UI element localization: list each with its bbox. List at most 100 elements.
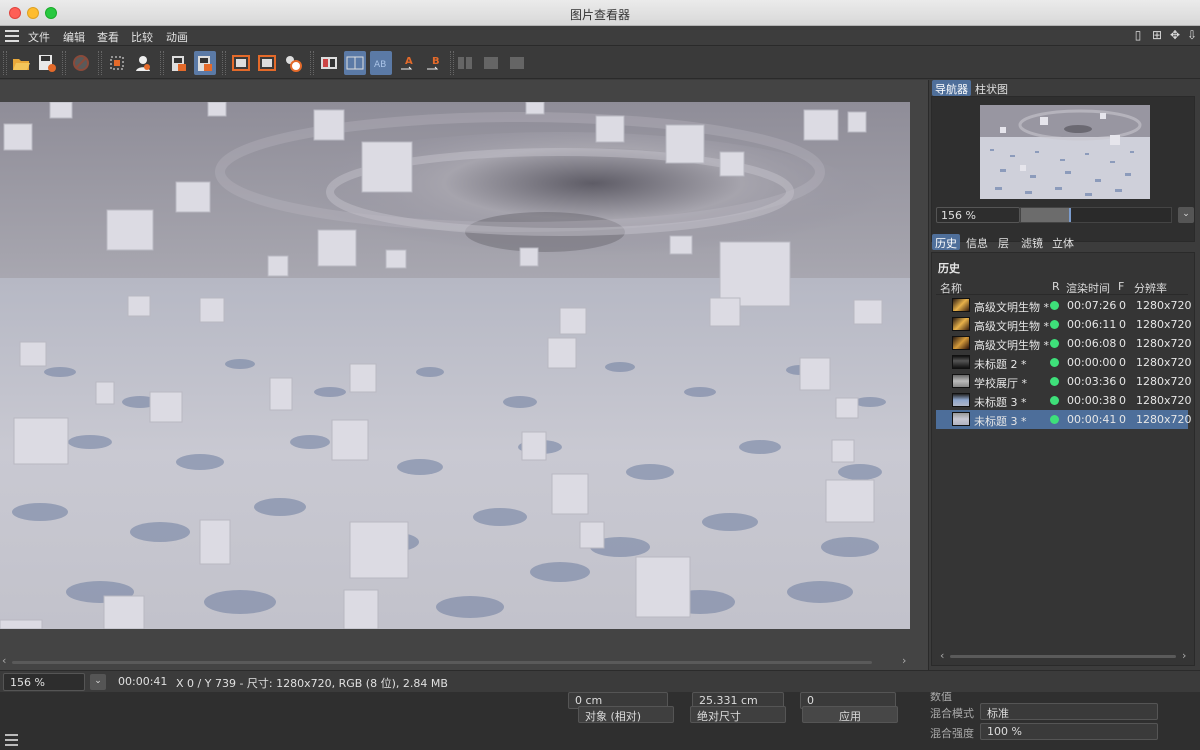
horizontal-scrollbar[interactable]: ‹ › (0, 654, 928, 668)
history-header: 名称 R 渲染时间 F 分辨率 (936, 277, 1188, 295)
open-file-icon[interactable] (10, 51, 32, 75)
dock-panel-icon[interactable]: ⇩ (1185, 28, 1199, 42)
row-time: 00:00:41 (1067, 413, 1117, 426)
history-hscrollbar[interactable]: ‹ › (940, 649, 1188, 662)
panel-layout-icon[interactable]: ▯ (1131, 28, 1145, 42)
move-panel-icon[interactable]: ✥ (1168, 28, 1182, 42)
tab-histogram[interactable]: 柱状图 (972, 80, 1011, 96)
swap-ab-icon[interactable] (454, 51, 476, 75)
scroll-left-icon[interactable]: ‹ (2, 654, 6, 667)
tab-layers[interactable]: 层 (995, 234, 1012, 250)
stop-render-icon[interactable] (70, 51, 92, 75)
row-name: 学校展厅 * (974, 377, 1027, 390)
row-f: 0 (1119, 413, 1126, 426)
menu-edit[interactable]: 编辑 (63, 29, 85, 45)
blend-mode-dropdown[interactable]: 标准 (980, 703, 1158, 720)
column-render-time[interactable]: 渲染时间 (1066, 280, 1110, 296)
row-f: 0 (1119, 356, 1126, 369)
user-render-icon[interactable] (132, 51, 154, 75)
history-row[interactable]: 高级文明生物 * 00:06:11 0 1280x720 (936, 315, 1192, 334)
ab-overlay-icon[interactable]: AB (370, 51, 392, 75)
toolbar-grip (3, 51, 7, 75)
scrollbar-thumb[interactable] (12, 661, 872, 664)
text-overlay-icon[interactable] (506, 51, 528, 75)
safe-frame-icon[interactable] (230, 51, 252, 75)
split-view-icon[interactable] (344, 51, 366, 75)
scroll-right-icon[interactable]: › (1182, 649, 1186, 662)
tab-filters[interactable]: 滤镜 (1018, 234, 1046, 250)
history-thumbnail (952, 374, 970, 388)
hamburger-menu-icon[interactable] (5, 30, 19, 42)
history-row-selected[interactable]: 未标题 3 * 00:00:41 0 1280x720 (936, 410, 1192, 429)
toolbar-grip (310, 51, 314, 75)
render-region-icon[interactable] (106, 51, 128, 75)
blend-strength-field[interactable]: 100 % (980, 723, 1158, 740)
column-resolution[interactable]: 分辨率 (1134, 280, 1167, 296)
history-row[interactable]: 高级文明生物 * 00:07:26 0 1280x720 (936, 296, 1192, 315)
row-time: 00:03:36 (1067, 375, 1117, 388)
menu-file[interactable]: 文件 (28, 29, 50, 45)
toolbar: AB A B (0, 47, 1200, 79)
row-name: 高级文明生物 * (974, 320, 1049, 333)
row-res: 1280x720 (1136, 394, 1192, 407)
column-r[interactable]: R (1052, 280, 1060, 293)
size-mode-dropdown[interactable]: 绝对尺寸 (690, 706, 786, 723)
row-time: 00:00:38 (1067, 394, 1117, 407)
status-dot (1050, 415, 1059, 424)
tab-info[interactable]: 信息 (963, 234, 991, 250)
navigator-thumbnail[interactable] (980, 105, 1150, 199)
menu-view[interactable]: 查看 (97, 29, 119, 45)
film-strip-active-icon[interactable] (194, 51, 216, 75)
row-time: 00:06:08 (1067, 337, 1117, 350)
column-f[interactable]: F (1118, 280, 1124, 293)
set-b-icon[interactable]: B (424, 51, 446, 75)
zoom-field[interactable]: 156 % (3, 673, 85, 691)
history-row[interactable]: 学校展厅 * 00:03:36 0 1280x720 (936, 372, 1192, 391)
title-safe-icon[interactable] (256, 51, 278, 75)
menu-animation[interactable]: 动画 (166, 29, 188, 45)
history-row[interactable]: 未标题 2 * 00:00:00 0 1280x720 (936, 353, 1192, 372)
navigator-zoom-field[interactable]: 156 % (936, 207, 1020, 223)
column-name[interactable]: 名称 (940, 280, 962, 296)
set-a-icon[interactable]: A (398, 51, 420, 75)
tab-history[interactable]: 历史 (932, 234, 960, 250)
coordinate-mode-dropdown[interactable]: 对象 (相对) (578, 706, 674, 723)
navigator-zoom-slider[interactable] (1020, 207, 1172, 223)
new-panel-icon[interactable]: ⊞ (1150, 28, 1164, 42)
status-bar: 156 % ⌄ 00:00:41 X 0 / Y 739 - 尺寸: 1280x… (0, 670, 1200, 692)
apply-button[interactable]: 应用 (802, 706, 898, 723)
rendered-image (0, 102, 910, 629)
view-settings-icon[interactable] (282, 51, 304, 75)
blend-mode-label: 混合模式 (930, 707, 974, 720)
row-time: 00:00:00 (1067, 356, 1117, 369)
scroll-left-icon[interactable]: ‹ (940, 649, 944, 662)
status-dot (1050, 377, 1059, 386)
save-file-icon[interactable] (36, 51, 58, 75)
scrollbar-thumb[interactable] (950, 655, 1176, 658)
history-thumbnail (952, 393, 970, 407)
film-strip-icon[interactable] (168, 51, 190, 75)
row-f: 0 (1119, 299, 1126, 312)
history-row[interactable]: 高级文明生物 * 00:06:08 0 1280x720 (936, 334, 1192, 353)
tab-navigator[interactable]: 导航器 (932, 80, 971, 96)
history-thumbnail (952, 336, 970, 350)
menu-compare[interactable]: 比较 (131, 29, 153, 45)
menu-bar: 文件 编辑 查看 比较 动画 ▯ ⊞ ✥ ⇩ (0, 26, 1200, 46)
difference-icon[interactable] (480, 51, 502, 75)
background-attribute-panel: 0 cm 25.331 cm 0 对象 (相对) 绝对尺寸 应用 数值 混合模式… (0, 690, 1200, 750)
history-panel: 历史 名称 R 渲染时间 F 分辨率 高级文明生物 * 00:07:26 0 1… (931, 252, 1195, 666)
compare-ab-icon[interactable] (318, 51, 340, 75)
history-row[interactable]: 未标题 3 * 00:00:38 0 1280x720 (936, 391, 1192, 410)
tab-stereo[interactable]: 立体 (1049, 234, 1077, 250)
underlay-menu-icon[interactable] (5, 734, 18, 746)
chevron-down-icon[interactable]: ⌄ (1178, 207, 1194, 223)
row-res: 1280x720 (1136, 375, 1192, 388)
chevron-down-icon[interactable]: ⌄ (90, 674, 106, 690)
navigator-panel: 156 % ⌄ (931, 96, 1195, 242)
toolbar-grip (160, 51, 164, 75)
scroll-right-icon[interactable]: › (902, 654, 906, 667)
row-f: 0 (1119, 318, 1126, 331)
image-viewport[interactable]: ‹ › (0, 80, 928, 670)
toolbar-grip (62, 51, 66, 75)
row-res: 1280x720 (1136, 337, 1192, 350)
